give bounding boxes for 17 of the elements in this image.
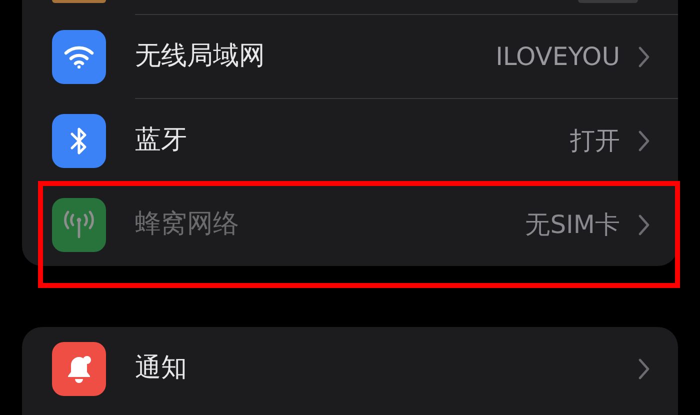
settings-row[interactable]: 通知 (22, 327, 678, 410)
wifi-icon (63, 44, 95, 70)
chevron-icon (638, 46, 650, 68)
row-value: ILOVEYOU (496, 40, 620, 73)
bluetooth-icon (69, 124, 89, 156)
row-label: 蓝牙 (135, 124, 187, 157)
chevron-icon (638, 130, 650, 152)
row-label: 无线局域网 (135, 40, 265, 73)
settings-row[interactable]: 蓝牙 打开 (22, 99, 678, 182)
settings-row[interactable]: 无线局域网 ILOVEYOU (22, 15, 678, 98)
antenna-icon (62, 210, 96, 240)
row-value: 打开 (570, 124, 620, 157)
chevron-icon (638, 214, 650, 236)
row-value: 无SIM卡 (525, 208, 620, 241)
row-label: 通知 (135, 352, 187, 385)
chevron-icon (638, 358, 650, 380)
row-label: 蜂窝网络 (135, 208, 239, 241)
